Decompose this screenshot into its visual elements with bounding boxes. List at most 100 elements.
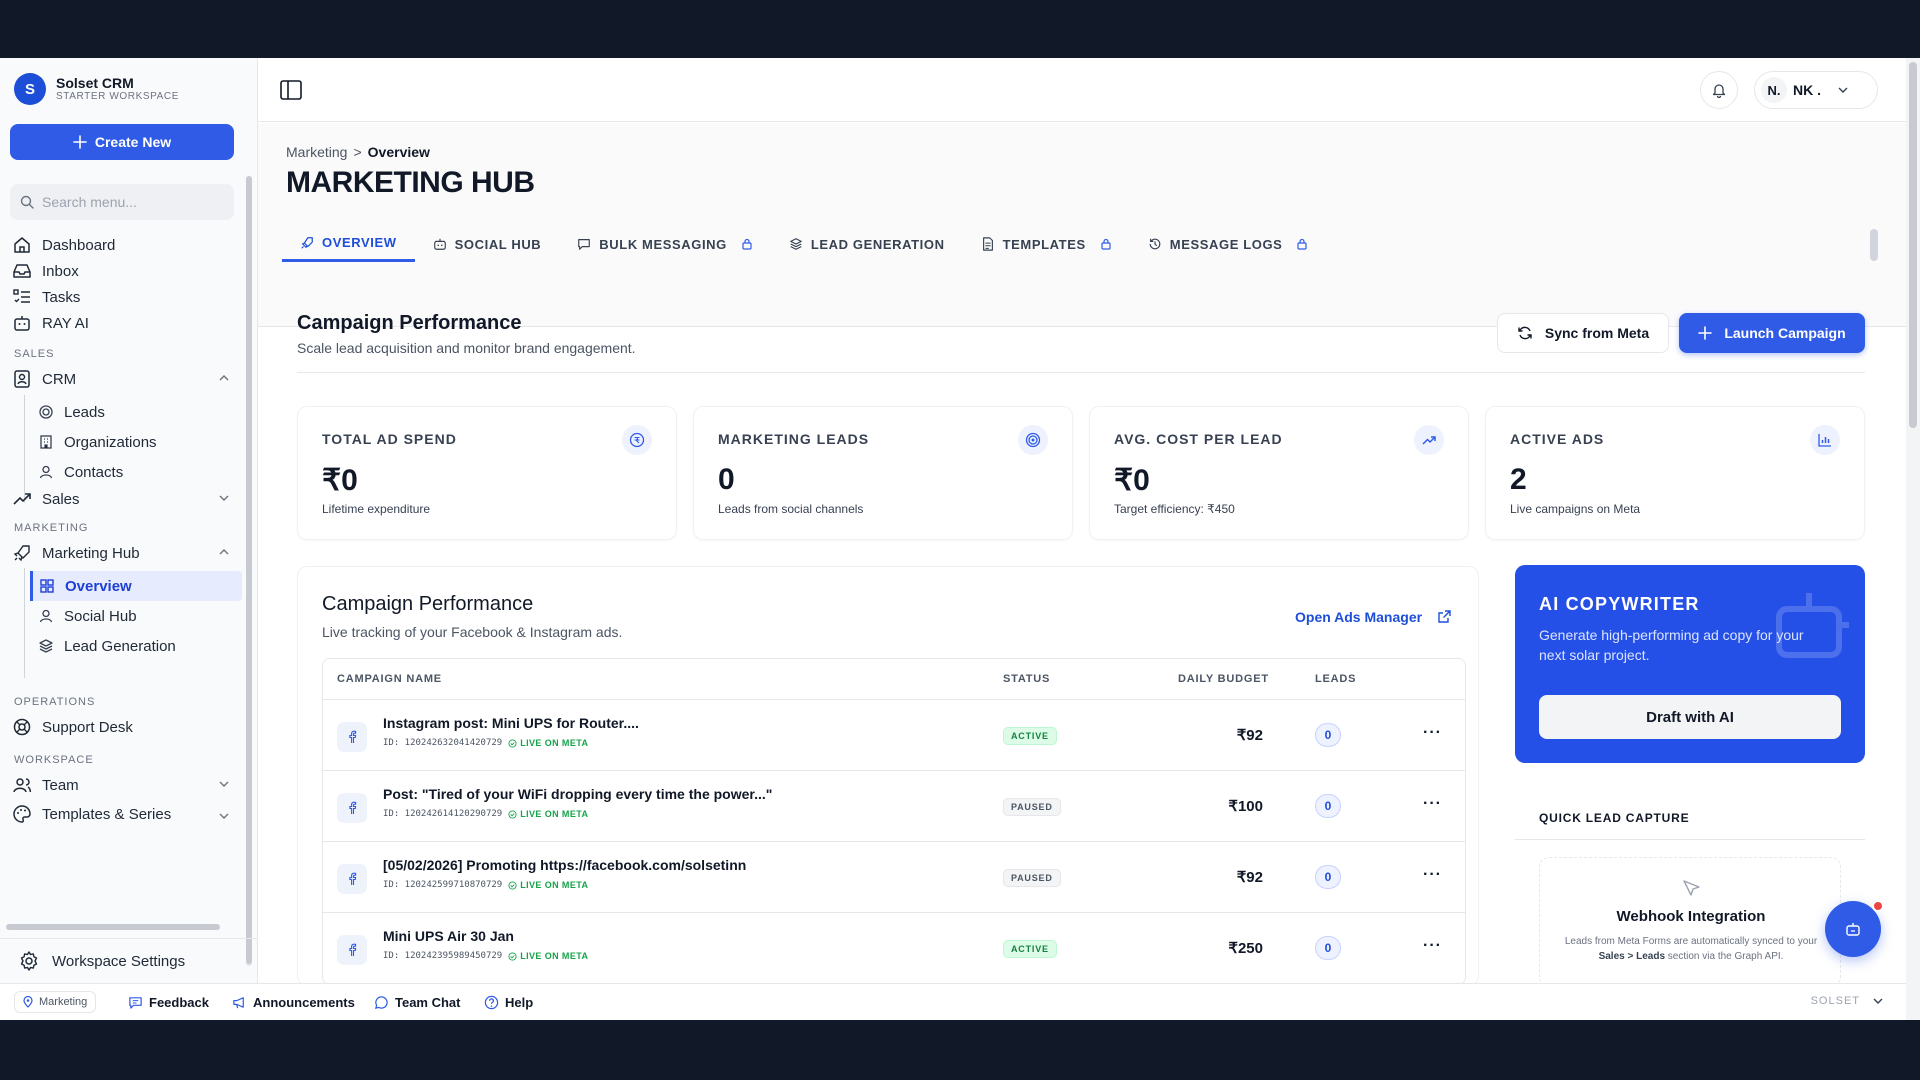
table-row[interactable]: [05/02/2026] Promoting https://facebook.… bbox=[323, 842, 1465, 913]
sync-from-meta-label: Sync from Meta bbox=[1544, 325, 1650, 341]
sidebar-item-label: Team bbox=[42, 776, 79, 794]
facebook-icon bbox=[337, 864, 367, 894]
sidebar-item-support-desk[interactable]: Support Desk bbox=[10, 712, 242, 742]
more-options-icon[interactable]: ··· bbox=[1423, 795, 1442, 813]
table-header: CAMPAIGN NAME STATUS DAILY BUDGET LEADS bbox=[323, 659, 1465, 700]
lock-icon bbox=[1297, 238, 1308, 250]
sidebar-item-leads[interactable]: Leads bbox=[36, 397, 242, 427]
sidebar-item-ray-ai[interactable]: RAY AI bbox=[10, 308, 242, 338]
search-menu-input[interactable] bbox=[42, 194, 222, 210]
tabs-scrollbar[interactable] bbox=[1870, 229, 1878, 261]
sidebar-item-social-hub[interactable]: Social Hub bbox=[36, 601, 242, 631]
sidebar-item-overview[interactable]: Overview bbox=[30, 571, 242, 601]
feedback-button[interactable]: Feedback bbox=[128, 995, 209, 1010]
breadcrumb-separator: > bbox=[353, 144, 362, 160]
live-label: LIVE ON META bbox=[520, 738, 589, 748]
sidebar-item-label: Dashboard bbox=[42, 236, 116, 254]
more-options-icon[interactable]: ··· bbox=[1423, 937, 1442, 955]
team-chat-button[interactable]: Team Chat bbox=[374, 995, 461, 1010]
page-scrollbar-thumb[interactable] bbox=[1909, 62, 1917, 428]
more-options-icon[interactable]: ··· bbox=[1423, 866, 1442, 884]
campaign-id-value: ID: 120242395989450729 bbox=[383, 951, 503, 961]
check-circle-icon bbox=[508, 880, 517, 890]
bell-icon bbox=[1712, 84, 1726, 98]
campaign-name: Instagram post: Mini UPS for Router.... bbox=[383, 715, 639, 731]
sidebar-horizontal-scrollbar[interactable] bbox=[6, 924, 220, 930]
tab-social-hub[interactable]: SOCIAL HUB bbox=[415, 226, 560, 262]
palette-icon bbox=[13, 805, 31, 823]
chevron-up-icon[interactable] bbox=[218, 372, 230, 384]
workspace-settings-label: Workspace Settings bbox=[52, 952, 186, 970]
stat-card-avg-cost-per-lead: AVG. COST PER LEAD ₹0 Target efficiency:… bbox=[1089, 406, 1469, 540]
campaign-section-subtitle: Scale lead acquisition and monitor brand… bbox=[297, 340, 636, 356]
user-menu[interactable]: N. NK . bbox=[1754, 71, 1878, 109]
chevron-up-icon[interactable] bbox=[218, 546, 230, 558]
create-new-button[interactable]: Create New bbox=[10, 124, 234, 160]
tab-message-logs[interactable]: MESSAGE LOGS bbox=[1130, 226, 1327, 262]
users-icon bbox=[13, 778, 32, 793]
user-icon bbox=[39, 609, 53, 623]
table-row[interactable]: Mini UPS Air 30 Jan ID: 1202423959894507… bbox=[323, 913, 1465, 984]
sidebar-item-label: Marketing Hub bbox=[42, 544, 140, 562]
launch-campaign-button[interactable]: Launch Campaign bbox=[1679, 313, 1865, 353]
sidebar-item-templates-series[interactable]: Templates & Series bbox=[10, 802, 242, 826]
column-header: STATUS bbox=[1003, 673, 1051, 685]
plus-icon bbox=[73, 135, 87, 149]
sidebar-item-contacts[interactable]: Contacts bbox=[36, 457, 242, 487]
announcements-button[interactable]: Announcements bbox=[232, 995, 355, 1010]
bot-icon bbox=[1846, 923, 1860, 936]
brand[interactable]: S Solset CRM STARTER WORKSPACE bbox=[0, 58, 257, 120]
tab-lead-generation[interactable]: LEAD GENERATION bbox=[771, 226, 963, 262]
search-icon bbox=[20, 195, 34, 209]
status-badge: ACTIVE bbox=[1003, 940, 1057, 958]
workspace-settings-button[interactable]: Workspace Settings bbox=[0, 938, 257, 983]
daily-budget: ₹92 bbox=[1236, 727, 1263, 744]
bar-chart-icon bbox=[1810, 425, 1840, 455]
open-ads-manager-link[interactable]: Open Ads Manager bbox=[1295, 609, 1452, 625]
search-menu[interactable] bbox=[10, 184, 234, 220]
sidebar-item-sales[interactable]: Sales bbox=[10, 484, 242, 514]
stat-note: Leads from social channels bbox=[718, 502, 864, 516]
sidebar-item-team[interactable]: Team bbox=[10, 770, 242, 800]
breadcrumb-parent[interactable]: Marketing bbox=[286, 144, 347, 160]
quick-lead-divider bbox=[1515, 839, 1865, 840]
table-row[interactable]: Instagram post: Mini UPS for Router.... … bbox=[323, 700, 1465, 771]
tab-bulk-messaging[interactable]: BULK MESSAGING bbox=[559, 226, 771, 262]
team-chat-label: Team Chat bbox=[395, 995, 461, 1010]
draft-with-ai-button[interactable]: Draft with AI bbox=[1539, 695, 1841, 739]
sidebar-item-marketing-hub[interactable]: Marketing Hub bbox=[10, 538, 242, 568]
sidebar-item-label: Social Hub bbox=[64, 607, 137, 625]
help-button[interactable]: Help bbox=[484, 995, 533, 1010]
sidebar-scrollbar[interactable] bbox=[246, 176, 252, 966]
chevron-down-icon[interactable] bbox=[218, 778, 230, 790]
stat-label: AVG. COST PER LEAD bbox=[1114, 431, 1283, 447]
sidebar-item-organizations[interactable]: Organizations bbox=[36, 427, 242, 457]
chevron-down-icon[interactable] bbox=[218, 810, 230, 822]
check-circle-icon bbox=[508, 738, 517, 748]
sidebar-item-lead-generation[interactable]: Lead Generation bbox=[36, 631, 242, 661]
chevron-down-icon[interactable] bbox=[218, 492, 230, 504]
sidebar-toggle-icon[interactable] bbox=[280, 80, 302, 100]
sidebar-scrollbar-thumb[interactable] bbox=[246, 176, 252, 964]
quick-lead-capture-title: QUICK LEAD CAPTURE bbox=[1539, 811, 1690, 825]
live-badge: LIVE ON META bbox=[508, 809, 588, 819]
message-icon bbox=[578, 239, 591, 250]
notifications-button[interactable] bbox=[1700, 71, 1738, 109]
bottom-bar: Marketing Feedback Announcements Team Ch… bbox=[0, 983, 1906, 1020]
rocket-icon bbox=[13, 545, 30, 562]
layers-icon bbox=[39, 639, 53, 653]
tab-label: SOCIAL HUB bbox=[454, 236, 542, 252]
table-row[interactable]: Post: "Tired of your WiFi dropping every… bbox=[323, 771, 1465, 842]
tab-overview[interactable]: OVERVIEW bbox=[282, 226, 415, 262]
more-options-icon[interactable]: ··· bbox=[1423, 724, 1442, 742]
status-badge: ACTIVE bbox=[1003, 727, 1057, 745]
location-chip[interactable]: Marketing bbox=[14, 991, 97, 1013]
webhook-integration-card[interactable]: Webhook Integration Leads from Meta Form… bbox=[1539, 857, 1841, 987]
sidebar-item-label: Sales bbox=[42, 490, 80, 508]
tree-line bbox=[24, 568, 25, 678]
workspace-switcher[interactable]: SOLSET bbox=[1811, 995, 1884, 1007]
sync-from-meta-button[interactable]: Sync from Meta bbox=[1497, 313, 1669, 353]
sidebar-item-crm[interactable]: CRM bbox=[10, 364, 242, 394]
tab-templates[interactable]: TEMPLATES bbox=[963, 226, 1130, 262]
page-scrollbar[interactable] bbox=[1906, 58, 1920, 1020]
